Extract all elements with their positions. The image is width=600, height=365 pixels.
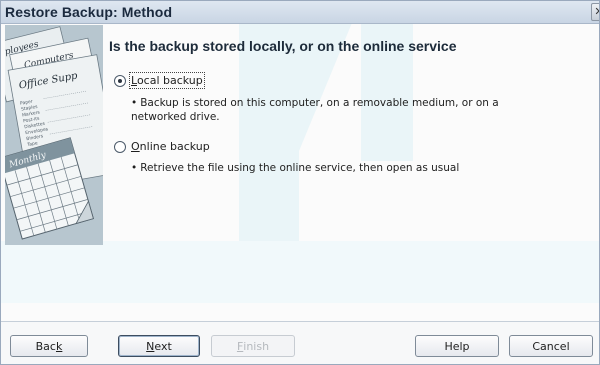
back-button[interactable]: Bac k: [10, 335, 88, 357]
finish-button[interactable]: Finish: [211, 335, 295, 357]
watermark-band: [1, 241, 599, 303]
online-backup-radio[interactable]: [114, 140, 126, 153]
page-question: Is the backup stored locally, or on the …: [109, 38, 457, 54]
close-icon: ✕: [594, 5, 599, 18]
local-backup-option[interactable]: Local backup: [114, 72, 205, 89]
online-backup-description: • Retrieve the file using the online serv…: [131, 162, 460, 174]
local-backup-radio[interactable]: [114, 74, 126, 87]
title-bar: Restore Backup: Method ✕: [1, 1, 599, 24]
local-backup-label[interactable]: Local backup: [129, 72, 205, 89]
watermark-shape: [361, 1, 413, 161]
local-backup-description: • Backup is stored on this computer, on a…: [131, 97, 499, 123]
close-button[interactable]: ✕: [591, 3, 599, 21]
restore-backup-dialog: Restore Backup: Method ✕ mployees Comput…: [0, 0, 600, 365]
bullet: •: [131, 162, 138, 174]
button-bar: Bac k Next Finish Help Cancel: [1, 321, 599, 364]
office-calendar-illustration: mployees Computers Office Supp Paper Sta…: [5, 25, 103, 245]
window-title: Restore Backup: Method: [5, 4, 173, 20]
online-backup-option[interactable]: Online backup: [114, 140, 210, 153]
next-button[interactable]: Next: [118, 335, 200, 357]
help-button[interactable]: Help: [415, 335, 499, 357]
cancel-button[interactable]: Cancel: [509, 335, 593, 357]
bullet: •: [131, 97, 138, 109]
online-backup-label[interactable]: Online backup: [131, 140, 210, 153]
